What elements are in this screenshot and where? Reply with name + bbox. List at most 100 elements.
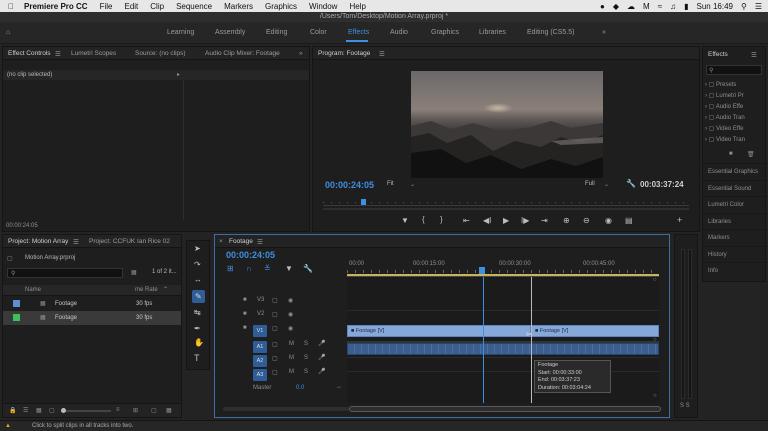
program-scrubber[interactable] — [323, 199, 689, 206]
side-essential-sound[interactable]: Essential Sound — [703, 179, 767, 197]
menu-list-icon[interactable]: ☰ — [755, 2, 762, 11]
project-row[interactable]: ▦ Footage 30 fps — [3, 311, 181, 325]
side-essential-graphics[interactable]: Essential Graphics — [703, 163, 767, 180]
menu-help[interactable]: Help — [349, 2, 365, 11]
header-scrollbar[interactable] — [223, 407, 349, 411]
eye-icon[interactable]: ◉ — [288, 311, 293, 318]
side-history[interactable]: History — [703, 245, 767, 263]
workspace-editing[interactable]: Editing — [266, 29, 287, 36]
track-target-a3[interactable]: A3 — [253, 369, 267, 381]
solo-button[interactable]: S — [304, 341, 308, 347]
project-search-input[interactable]: ⚲ — [7, 268, 123, 278]
track-name[interactable]: V2 — [257, 311, 264, 317]
track-select-icon[interactable]: ↷ — [194, 261, 201, 269]
menu-markers[interactable]: Markers — [224, 2, 253, 11]
workspace-audio[interactable]: Audio — [390, 29, 408, 36]
scroll-handle-icon[interactable]: ○ — [653, 277, 657, 283]
type-tool-icon[interactable]: T — [194, 354, 200, 363]
clock[interactable]: Sun 16:49 — [696, 2, 732, 11]
track-name[interactable]: V3 — [257, 297, 264, 303]
fit-dropdown[interactable]: Fit — [387, 181, 394, 187]
program-playhead[interactable] — [361, 199, 366, 205]
workspace-editing-cs55[interactable]: Editing (CS5.5) — [527, 29, 574, 36]
go-to-out-icon[interactable]: ⇥ — [541, 217, 548, 225]
menu-file[interactable]: File — [100, 2, 113, 11]
timeline-timecode[interactable]: 00:00:24:05 — [226, 250, 275, 260]
video-frame[interactable] — [411, 71, 603, 178]
workspace-effects[interactable]: Effects — [348, 29, 369, 36]
snap-icon[interactable]: ∩ — [246, 265, 252, 273]
side-info[interactable]: Info — [703, 262, 767, 279]
more-workspaces-icon[interactable]: » — [602, 29, 606, 36]
zoom-bar[interactable] — [323, 208, 689, 210]
folder-audio-transitions[interactable]: › ▢ Audio Tran — [705, 114, 745, 125]
audio-clip-a1[interactable] — [347, 343, 659, 355]
zoom-scroll-thumb[interactable] — [349, 406, 661, 412]
zoom-slider-handle[interactable] — [61, 408, 66, 413]
sync-lock-icon[interactable]: ▢ — [272, 369, 278, 376]
mute-button[interactable]: M — [289, 341, 294, 347]
tab-project-motion-array[interactable]: Project: Motion Array — [8, 238, 68, 245]
side-markers[interactable]: Markers — [703, 229, 767, 246]
mic-icon[interactable]: 🎤 — [318, 368, 325, 375]
project-row[interactable]: ▦ Footage 30 fps — [3, 297, 181, 311]
play-icon[interactable]: ▶ — [503, 217, 509, 225]
timeline-tab[interactable]: Footage — [229, 238, 253, 245]
workspace-color[interactable]: Color — [310, 29, 327, 36]
scroll-handle-icon[interactable]: ○ — [653, 393, 657, 399]
razor-tool-icon[interactable]: ✎ — [192, 290, 205, 303]
search-icon[interactable]: ⚲ — [741, 2, 747, 11]
add-button-icon[interactable]: + — [677, 216, 682, 225]
folder-presets[interactable]: › ▢ Presets — [705, 81, 745, 92]
linked-selection-icon[interactable]: ≚ — [264, 265, 271, 273]
solo-buttons[interactable]: S S — [680, 403, 690, 409]
wifi-icon[interactable]: ≈ — [658, 2, 662, 11]
hand-tool-icon[interactable]: ✋ — [194, 339, 204, 347]
mute-button[interactable]: M — [289, 355, 294, 361]
ripple-edit-icon[interactable]: ↔ — [194, 276, 202, 284]
new-item-icon[interactable]: ▢ — [151, 407, 157, 414]
sync-lock-icon[interactable]: ▢ — [272, 341, 278, 348]
mic-icon[interactable]: 🎤 — [318, 354, 325, 361]
menu-clip[interactable]: Clip — [150, 2, 164, 11]
workspace-graphics[interactable]: Graphics — [431, 29, 459, 36]
dropbox-icon[interactable]: ◆ — [613, 2, 619, 11]
menu-graphics[interactable]: Graphics — [265, 2, 297, 11]
tab-project-ccfuk[interactable]: Project: CCFUK Ian Rice 02 — [89, 238, 170, 245]
warning-icon[interactable]: ▲ — [5, 423, 11, 429]
zoom-slider[interactable] — [61, 408, 111, 413]
cc-icon[interactable]: ● — [600, 2, 605, 11]
lift-icon[interactable]: ⊕ — [563, 217, 570, 225]
step-back-icon[interactable]: ◀I — [483, 217, 491, 225]
freeform-view-icon[interactable]: ▢ — [49, 407, 55, 414]
menu-sequence[interactable]: Sequence — [176, 2, 212, 11]
mark-out-icon[interactable]: } — [440, 216, 443, 224]
add-marker-icon[interactable]: ▼ — [401, 217, 409, 225]
go-to-in-icon[interactable]: ⇤ — [463, 217, 470, 225]
panel-menu-icon[interactable]: ☰ — [55, 50, 61, 58]
sync-lock-icon[interactable]: ▢ — [272, 311, 278, 318]
tab-audio-clip-mixer[interactable]: Audio Clip Mixer: Footage — [205, 50, 280, 57]
track-target-v1[interactable]: V1 — [253, 325, 267, 337]
panel-menu-icon[interactable]: ☰ — [751, 51, 757, 59]
cloud-icon[interactable]: ☁ — [627, 2, 635, 11]
fit-chevron-icon[interactable]: ⌄ — [410, 181, 415, 188]
tracks-area[interactable]: ■ Footage [V] ■ Footage [V] ✂ ○ ○ ○ — [347, 277, 659, 403]
battery-icon[interactable]: ▮ — [684, 2, 688, 11]
video-clip[interactable]: ■ Footage [V] — [531, 325, 659, 337]
wrench-icon[interactable]: 🔧 — [626, 180, 636, 188]
mark-in-icon[interactable]: { — [422, 216, 425, 224]
new-bin-icon[interactable]: ■ — [729, 151, 733, 157]
sync-lock-icon[interactable]: ▢ — [272, 355, 278, 362]
slip-tool-icon[interactable]: ↹ — [194, 309, 201, 317]
folder-lumetri[interactable]: › ▢ Lumetri Pr — [705, 92, 745, 103]
tab-source[interactable]: Source: (no clips) — [135, 50, 186, 57]
track-target-a2[interactable]: A2 — [253, 355, 267, 367]
compare-view-icon[interactable]: ▤ — [625, 217, 633, 225]
scroll-handle-icon[interactable]: ○ — [653, 337, 657, 343]
trash-icon[interactable]: 🗑 — [747, 151, 755, 158]
time-ruler[interactable]: 00:00 00:00:15:00 00:00:30:00 00:00:45:0… — [347, 257, 659, 277]
video-clip[interactable]: ■ Footage [V] — [347, 325, 531, 337]
add-marker-icon[interactable]: ▼ — [285, 265, 293, 273]
selection-tool-icon[interactable]: ➤ — [194, 245, 201, 253]
